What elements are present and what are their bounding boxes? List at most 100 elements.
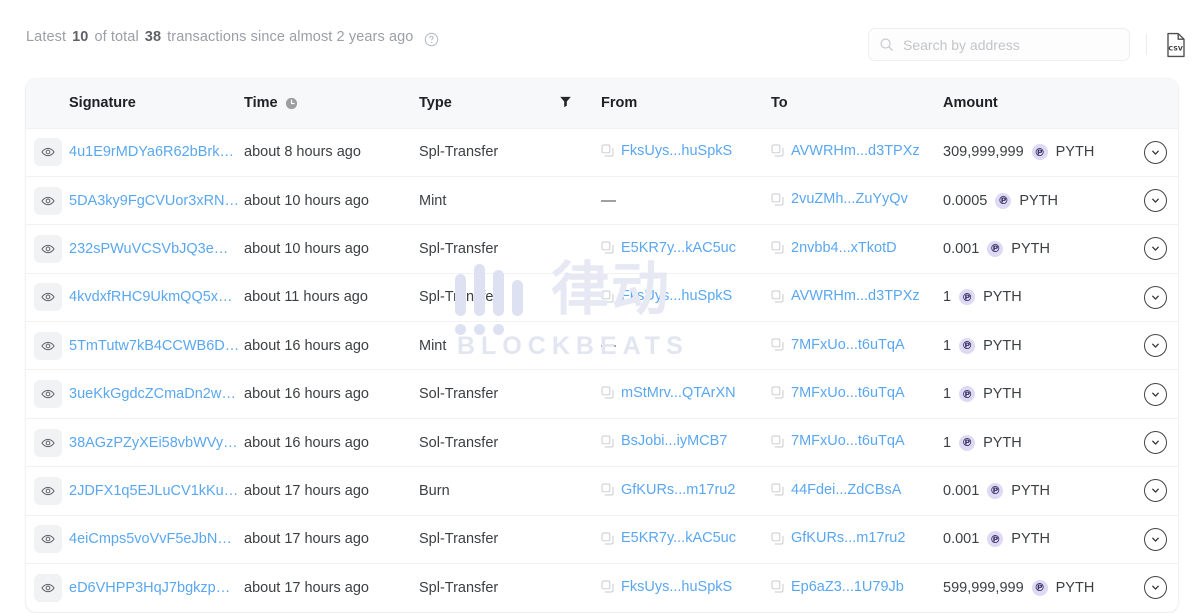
from-address-link[interactable]: GfKURs...m17ru2 bbox=[621, 482, 735, 498]
csv-download-icon[interactable]: CSV bbox=[1161, 29, 1191, 61]
chevron-down-icon[interactable] bbox=[1144, 334, 1167, 358]
from-address-link[interactable]: E5KR7y...kAC5uc bbox=[621, 240, 736, 256]
copy-icon[interactable] bbox=[601, 386, 614, 399]
th-from[interactable]: From bbox=[601, 79, 771, 128]
signature-link[interactable]: 4eiCmps5voVvF5eJbN… bbox=[69, 531, 232, 547]
th-type-filter[interactable] bbox=[559, 79, 601, 128]
copy-icon[interactable] bbox=[771, 241, 784, 254]
search-box[interactable] bbox=[868, 28, 1130, 61]
signature-link[interactable]: 232sPWuVCSVbJQ3e… bbox=[69, 241, 228, 257]
chevron-down-icon[interactable] bbox=[1144, 382, 1167, 406]
signature-link[interactable]: eD6VHPP3HqJ7bgkzp… bbox=[69, 580, 230, 596]
signature-link[interactable]: 4kvdxfRHC9UkmQQ5x… bbox=[69, 289, 233, 305]
from-address-link[interactable]: FksUys...huSpkS bbox=[621, 288, 732, 304]
view-details-button[interactable] bbox=[33, 234, 62, 263]
type-text: Sol-Transfer bbox=[419, 434, 499, 451]
view-details-button[interactable] bbox=[33, 331, 62, 360]
to-address-link[interactable]: 7MFxUo...t6uTqA bbox=[791, 433, 905, 449]
chevron-down-icon[interactable] bbox=[1144, 237, 1167, 261]
copy-icon[interactable] bbox=[771, 580, 784, 593]
copy-icon[interactable] bbox=[771, 290, 784, 303]
signature-link[interactable]: 38AGzPZyXEi58vbWVy… bbox=[69, 435, 238, 451]
view-details-button[interactable] bbox=[33, 186, 62, 215]
chevron-down-icon[interactable] bbox=[1144, 285, 1167, 309]
transactions-summary: Latest 10 of total 38 transactions since… bbox=[26, 29, 439, 47]
copy-icon[interactable] bbox=[771, 386, 784, 399]
signature-link[interactable]: 2JDFX1q5EJLuCV1kKu… bbox=[69, 483, 238, 499]
view-details-button[interactable] bbox=[33, 283, 62, 312]
th-signature[interactable]: Signature bbox=[69, 79, 244, 128]
th-to[interactable]: To bbox=[771, 79, 943, 128]
th-amount-label: Amount bbox=[943, 95, 998, 112]
pyth-token-icon: ℗ bbox=[959, 386, 976, 403]
transactions-table: Signature Time Type From To Amount 4u1E9… bbox=[26, 79, 1178, 612]
table-row[interactable]: 4eiCmps5voVvF5eJbN… about 17 hours ago Spl… bbox=[26, 515, 1178, 563]
to-address-link[interactable]: 2vuZMh...ZuYyQv bbox=[791, 191, 908, 207]
type-text: Spl-Transfer bbox=[419, 531, 499, 548]
copy-icon[interactable] bbox=[771, 144, 784, 157]
signature-link[interactable]: 5DA3ky9FgCVUor3xRN… bbox=[69, 193, 239, 209]
copy-icon[interactable] bbox=[601, 241, 614, 254]
copy-icon[interactable] bbox=[601, 483, 614, 496]
chevron-down-icon[interactable] bbox=[1144, 431, 1167, 455]
to-address-link[interactable]: AVWRHm...d3TPXz bbox=[791, 143, 920, 159]
th-expand bbox=[1133, 79, 1178, 128]
to-address-link[interactable]: 2nvbb4...xTkotD bbox=[791, 240, 897, 256]
copy-icon[interactable] bbox=[771, 193, 784, 206]
view-details-button[interactable] bbox=[33, 138, 62, 167]
chevron-down-icon[interactable] bbox=[1144, 140, 1167, 164]
to-address-link[interactable]: 44Fdei...ZdCBsA bbox=[791, 482, 901, 498]
copy-icon[interactable] bbox=[771, 435, 784, 448]
th-time[interactable]: Time bbox=[244, 79, 419, 128]
chevron-down-icon[interactable] bbox=[1144, 527, 1167, 551]
table-row[interactable]: 3ueKkGgdcZCmaDn2w… about 16 hours ago Sol-… bbox=[26, 369, 1178, 418]
filter-icon[interactable] bbox=[559, 95, 572, 108]
signature-link[interactable]: 3ueKkGgdcZCmaDn2w… bbox=[69, 386, 236, 402]
copy-icon[interactable] bbox=[601, 532, 614, 545]
view-details-button[interactable] bbox=[33, 525, 62, 554]
time-text: about 16 hours ago bbox=[244, 337, 369, 354]
th-amount[interactable]: Amount bbox=[943, 79, 1133, 128]
chevron-down-icon[interactable] bbox=[1144, 576, 1167, 600]
from-address-link[interactable]: FksUys...huSpkS bbox=[621, 579, 732, 595]
table-row[interactable]: 38AGzPZyXEi58vbWVy… about 16 hours ago Sol… bbox=[26, 418, 1178, 466]
copy-icon[interactable] bbox=[771, 532, 784, 545]
copy-icon[interactable] bbox=[601, 144, 614, 157]
cell-expand bbox=[1133, 322, 1178, 370]
copy-icon[interactable] bbox=[771, 483, 784, 496]
table-row[interactable]: 4kvdxfRHC9UkmQQ5x… about 11 hours ago Spl-… bbox=[26, 273, 1178, 321]
copy-icon[interactable] bbox=[601, 435, 614, 448]
view-details-button[interactable] bbox=[33, 428, 62, 457]
table-row[interactable]: 232sPWuVCSVbJQ3e… about 10 hours ago Spl-T… bbox=[26, 224, 1178, 273]
copy-icon[interactable] bbox=[601, 580, 614, 593]
cell-expand bbox=[1133, 176, 1178, 224]
copy-icon[interactable] bbox=[771, 338, 784, 351]
cell-amount: 309,999,999 ℗ PYTH bbox=[943, 128, 1133, 176]
to-address-link[interactable]: 7MFxUo...t6uTqA bbox=[791, 385, 905, 401]
copy-icon[interactable] bbox=[601, 290, 614, 303]
table-row[interactable]: 4u1E9rMDYa6R62bBrk… about 8 hours ago Spl-… bbox=[26, 128, 1178, 176]
signature-link[interactable]: 5TmTutw7kB4CCWB6D… bbox=[69, 338, 239, 354]
from-address-link[interactable]: BsJobi...iyMCB7 bbox=[621, 433, 727, 449]
table-row[interactable]: 5DA3ky9FgCVUor3xRN… about 10 hours ago Min… bbox=[26, 176, 1178, 224]
to-address-link[interactable]: AVWRHm...d3TPXz bbox=[791, 288, 920, 304]
to-address-link[interactable]: GfKURs...m17ru2 bbox=[791, 530, 905, 546]
table-row[interactable]: 2JDFX1q5EJLuCV1kKu… about 17 hours ago Bur… bbox=[26, 466, 1178, 515]
to-address-link[interactable]: Ep6aZ3...1U79Jb bbox=[791, 579, 904, 595]
to-address-link[interactable]: 7MFxUo...t6uTqA bbox=[791, 337, 905, 353]
from-address-link[interactable]: E5KR7y...kAC5uc bbox=[621, 530, 736, 546]
chevron-down-icon[interactable] bbox=[1144, 479, 1167, 503]
th-type[interactable]: Type bbox=[419, 79, 559, 128]
table-row[interactable]: eD6VHPP3HqJ7bgkzp… about 17 hours ago Spl-… bbox=[26, 563, 1178, 612]
question-circle-icon[interactable] bbox=[424, 32, 439, 47]
from-address-link[interactable]: mStMrv...QTArXN bbox=[621, 385, 736, 401]
view-details-button[interactable] bbox=[33, 380, 62, 409]
search-input[interactable] bbox=[903, 36, 1119, 53]
view-details-button[interactable] bbox=[33, 476, 62, 505]
view-details-button[interactable] bbox=[33, 573, 62, 602]
table-row[interactable]: 5TmTutw7kB4CCWB6D… about 16 hours ago Mint… bbox=[26, 321, 1178, 370]
signature-link[interactable]: 4u1E9rMDYa6R62bBrk… bbox=[69, 144, 234, 160]
cell-to: AVWRHm...d3TPXz bbox=[771, 128, 943, 176]
from-address-link[interactable]: FksUys...huSpkS bbox=[621, 143, 732, 159]
chevron-down-icon[interactable] bbox=[1144, 189, 1167, 213]
